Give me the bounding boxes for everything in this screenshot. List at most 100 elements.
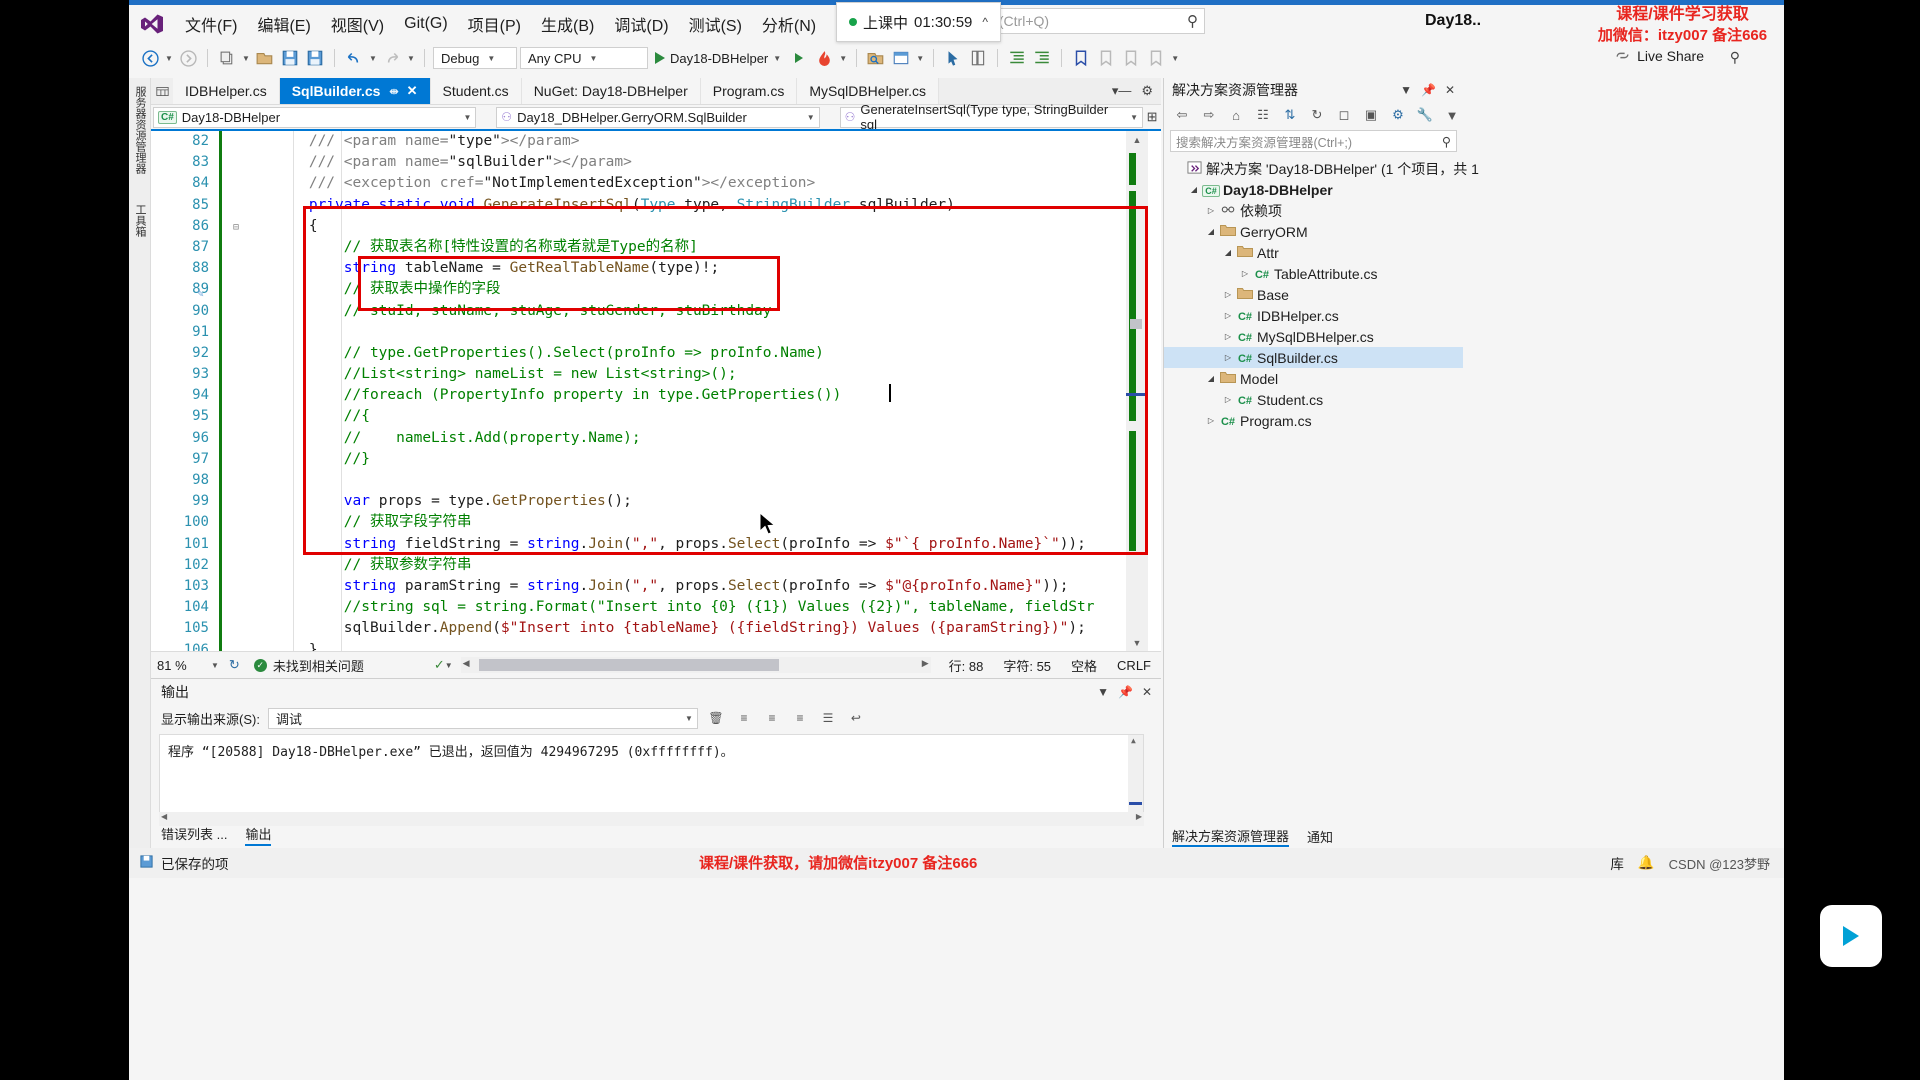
redo-icon[interactable]	[381, 47, 403, 69]
collapse-arrow-icon[interactable]: ▷	[1204, 416, 1218, 425]
footer-tab-notifications[interactable]: 通知	[1307, 827, 1333, 846]
panel-tab-error-list[interactable]: 错误列表 ...	[161, 824, 227, 846]
redo-caret-icon[interactable]: ▼	[406, 54, 416, 63]
se-collapse-all-icon[interactable]: ◻	[1334, 105, 1354, 125]
document-tab-nuget[interactable]: NuGet: Day18-DBHelper	[522, 78, 701, 104]
nav-member-combo[interactable]: ⚇ GenerateInsertSql(Type type, StringBui…	[840, 107, 1144, 128]
output-nav-next-icon[interactable]: ≡	[762, 708, 782, 728]
code-line[interactable]: 100 // 获取字段字符串	[151, 512, 1161, 533]
notifications-bell-icon[interactable]: 🔔	[1638, 855, 1655, 871]
collapse-arrow-icon[interactable]: ▷	[1221, 332, 1235, 341]
gear-icon[interactable]: ⚙	[1141, 83, 1153, 99]
panel-menu-icon[interactable]: ▼	[1400, 83, 1412, 97]
output-list-icon[interactable]: ☰	[818, 708, 838, 728]
document-tab-idbhelper[interactable]: IDBHelper.cs	[173, 78, 280, 104]
start-without-debug-icon[interactable]	[788, 47, 810, 69]
code-line[interactable]: 95 //{	[151, 406, 1161, 427]
refresh-icon[interactable]: ↻	[229, 657, 240, 673]
hot-reload-caret-icon[interactable]: ▼	[838, 54, 848, 63]
collapse-arrow-icon[interactable]: ▷	[1221, 395, 1235, 404]
hscroll-right-icon[interactable]: ▶	[922, 658, 929, 669]
solution-tree-item[interactable]: ◢GerryORM	[1164, 221, 1463, 242]
new-project-icon[interactable]	[216, 47, 238, 69]
close-icon[interactable]: ✕	[407, 83, 418, 99]
se-refresh-icon[interactable]: ↻	[1307, 105, 1327, 125]
code-line[interactable]: 84 /// <exception cref="NotImplementedEx…	[151, 173, 1161, 194]
solution-tree-item[interactable]: ▷C#MySqlDBHelper.cs	[1164, 326, 1463, 347]
code-line[interactable]: 99 var props = type.GetProperties();	[151, 491, 1161, 512]
chevron-up-icon[interactable]: ^	[982, 15, 988, 29]
hot-reload-icon[interactable]	[813, 47, 835, 69]
platform-combo[interactable]: Any CPU ▼	[520, 47, 648, 69]
live-visual-tree-icon[interactable]	[967, 47, 989, 69]
se-sync-icon[interactable]: ⇅	[1280, 105, 1300, 125]
solution-tree-item[interactable]: ▷C#IDBHelper.cs	[1164, 305, 1463, 326]
solution-search-box[interactable]: 搜索解决方案资源管理器(Ctrl+;) ⚲	[1170, 130, 1457, 152]
undo-icon[interactable]	[343, 47, 365, 69]
document-tab-mysqldbhelper[interactable]: MySqlDBHelper.cs	[797, 78, 939, 104]
code-line[interactable]: 89 // 获取表中操作的字段	[151, 279, 1161, 300]
navigate-back-icon[interactable]	[139, 47, 161, 69]
navigate-forward-icon[interactable]	[177, 47, 199, 69]
solution-tree-item[interactable]: 解决方案 'Day18-DBHelper' (1 个项目，共 1	[1164, 158, 1463, 179]
undo-caret-icon[interactable]: ▼	[368, 54, 378, 63]
close-solution-icon[interactable]: ✕	[1445, 83, 1455, 97]
code-line[interactable]: 90 // stuId, stuName, stuAge, stuGender,…	[151, 301, 1161, 322]
hscroll-left-icon[interactable]: ◀	[463, 658, 470, 669]
build-config-combo[interactable]: Debug ▼	[433, 47, 517, 69]
window-layout-icon[interactable]	[890, 47, 912, 69]
se-forward-icon[interactable]: ⇨	[1199, 105, 1219, 125]
zoom-caret-icon[interactable]: ▼	[211, 661, 219, 670]
nav-type-combo[interactable]: ⚇ Day18_DBHelper.GerryORM.SqlBuilder ▼	[496, 107, 819, 128]
bilibili-floating-button[interactable]	[1820, 905, 1882, 967]
account-icon[interactable]: ⚲	[1730, 49, 1740, 66]
clear-output-icon[interactable]: 🗑	[706, 708, 726, 728]
output-text-area[interactable]: 程序 “[20588] Day18-DBHelper.exe” 已退出，返回值为…	[159, 734, 1144, 824]
code-line[interactable]: 87 // 获取表名称[特性设置的名称或者就是Type的名称]	[151, 237, 1161, 258]
code-line[interactable]: 104 //string sql = string.Format("Insert…	[151, 597, 1161, 618]
output-dropdown-icon[interactable]: ▼	[1097, 685, 1109, 699]
solution-tree-item[interactable]: ◢Attr	[1164, 242, 1463, 263]
scroll-thumb[interactable]	[1130, 319, 1142, 329]
code-line[interactable]: 103 string paramString = string.Join(","…	[151, 576, 1161, 597]
code-line[interactable]: 102 // 获取参数字符串	[151, 555, 1161, 576]
collapse-arrow-icon[interactable]: ▷	[1204, 206, 1218, 215]
select-element-icon[interactable]	[942, 47, 964, 69]
start-debug-button[interactable]: Day18-DBHelper ▼	[651, 51, 785, 66]
se-properties-icon[interactable]: ⚙	[1388, 105, 1408, 125]
pin-icon[interactable]: ⇹	[389, 85, 398, 98]
nav-project-combo[interactable]: C# Day18-DBHelper ▼	[153, 107, 476, 128]
menu-item-project[interactable]: 项目(P)	[458, 8, 531, 40]
indent-decrease-icon[interactable]	[1006, 47, 1028, 69]
scroll-up-icon[interactable]: ▲	[1126, 131, 1148, 148]
menu-item-test[interactable]: 测试(S)	[679, 8, 752, 40]
solution-tree-item[interactable]: ▷依赖项	[1164, 200, 1463, 221]
output-vertical-scrollbar[interactable]: ▲ ▼	[1128, 735, 1143, 823]
output-nav-last-icon[interactable]: ≡	[790, 708, 810, 728]
menu-item-debug[interactable]: 调试(D)	[604, 8, 678, 40]
output-horizontal-scrollbar[interactable]: ◀ ▶	[159, 812, 1144, 826]
code-line[interactable]: 94 //foreach (PropertyInfo property in t…	[151, 385, 1161, 406]
vertical-tab-server-explorer[interactable]: 服务器资源管理器	[129, 78, 151, 182]
output-source-combo[interactable]: 调试 ▼	[268, 708, 698, 729]
live-share-button[interactable]: Live Share	[1614, 47, 1704, 64]
menu-item-edit[interactable]: 编辑(E)	[247, 8, 320, 40]
code-line[interactable]: 92 // type.GetProperties().Select(proInf…	[151, 343, 1161, 364]
solution-tree-item[interactable]: ▷Base	[1164, 284, 1463, 305]
code-line[interactable]: 98	[151, 470, 1161, 491]
repository-label[interactable]: 库	[1610, 853, 1624, 873]
layout-caret-icon[interactable]: ▼	[915, 54, 925, 63]
output-nav-prev-icon[interactable]: ≡	[734, 708, 754, 728]
solution-tree-item[interactable]: ▷C#SqlBuilder.cs	[1164, 347, 1463, 368]
back-dropdown-caret-icon[interactable]: ▼	[164, 54, 174, 63]
document-tab-student[interactable]: Student.cs	[431, 78, 522, 104]
line-88-glyph-icon[interactable]: ✎	[197, 287, 204, 300]
word-wrap-icon[interactable]: ↩	[846, 708, 866, 728]
toggle-bookmark-icon[interactable]	[1070, 47, 1092, 69]
code-line[interactable]: 91	[151, 322, 1161, 343]
code-line[interactable]: 82 /// <param name="type"></param>	[151, 131, 1161, 152]
code-line[interactable]: 105 sqlBuilder.Append($"Insert into {tab…	[151, 618, 1161, 639]
prev-bookmark-icon[interactable]	[1095, 47, 1117, 69]
code-line[interactable]: 86 {	[151, 216, 1161, 237]
code-cleanup-icon[interactable]: ✓	[434, 657, 445, 673]
